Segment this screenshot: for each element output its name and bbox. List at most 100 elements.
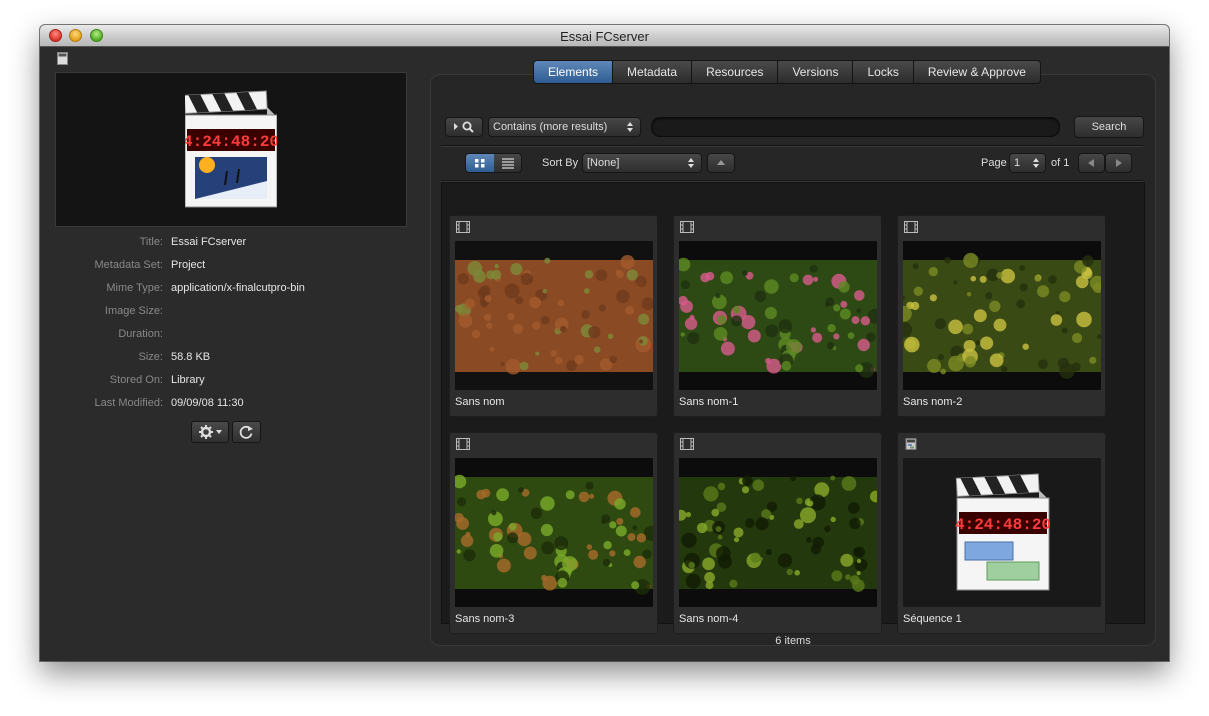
metadata-row: Size: 58.8 KB — [55, 345, 405, 368]
tab-review-approve[interactable]: Review & Approve — [913, 60, 1041, 84]
element-tile[interactable]: Sans nom-3 — [449, 432, 659, 634]
item-count: 6 items — [775, 635, 811, 647]
final-cut-project-icon: 4:24:48:20 — [185, 90, 277, 208]
preview-pane: 4:24:48:20 — [55, 72, 407, 227]
element-tile[interactable]: Sans nom-1 — [673, 215, 883, 417]
element-tile[interactable]: 4:24:48:20 Séquence 1 — [897, 432, 1106, 634]
element-label: Sans nom-1 — [679, 396, 739, 408]
tab-metadata[interactable]: Metadata — [613, 60, 693, 84]
next-page-button[interactable] — [1105, 153, 1132, 173]
video-thumbnail — [454, 241, 655, 390]
search-mode-value: Contains (more results) — [493, 121, 608, 133]
film-strip-icon — [680, 221, 694, 233]
film-strip-icon — [456, 221, 470, 233]
search-options-button[interactable] — [445, 117, 483, 137]
metadata-row: Last Modified: 09/09/08 11:30 — [55, 391, 405, 414]
metadata-label: Duration: — [118, 328, 163, 340]
video-thumbnail — [452, 458, 659, 607]
sort-by-label: Sort By — [542, 157, 579, 169]
triangle-up-icon — [717, 160, 725, 165]
element-label: Sans nom — [455, 396, 505, 408]
tab-versions[interactable]: Versions — [778, 60, 854, 84]
metadata-row: Metadata Set: Project — [55, 253, 405, 276]
page-label: Page — [981, 157, 1007, 169]
metadata-label: Image Size: — [104, 305, 163, 317]
element-label: Sans nom-4 — [679, 613, 739, 625]
triangle-right-icon — [1116, 159, 1122, 167]
element-thumbnail — [676, 241, 883, 390]
element-thumbnail: 4:24:48:20 — [903, 458, 1101, 607]
search-icon — [454, 121, 474, 133]
element-thumbnail — [896, 241, 1105, 390]
divider — [441, 145, 1143, 147]
refresh-icon — [239, 425, 253, 439]
page-select[interactable]: 1 — [1009, 153, 1046, 173]
metadata-label: Title: — [139, 236, 163, 248]
metadata-label: Mime Type: — [106, 282, 163, 294]
window-content: 4:24:48:20 Title: Essai FCserver Metadata … — [40, 47, 1169, 661]
tab-bar: Elements Metadata Resources Versions Locks Re… — [533, 60, 1041, 84]
film-strip-icon — [904, 221, 918, 233]
metadata-value: 58.8 KB — [171, 351, 211, 363]
video-thumbnail — [896, 241, 1105, 390]
tab-elements[interactable]: Elements — [533, 60, 614, 84]
film-strip-icon — [680, 438, 694, 450]
metadata-value: Project — [171, 259, 206, 271]
triangle-left-icon — [1088, 159, 1094, 167]
window-title: Essai FCserver — [560, 29, 649, 44]
app-window: Essai FCserver 4:24:48:20 Title: Essai F… — [40, 25, 1169, 661]
element-label: Séquence 1 — [903, 613, 962, 625]
sort-direction-button[interactable] — [707, 153, 735, 173]
search-button[interactable]: Search — [1074, 116, 1144, 138]
metadata-row: Mime Type: application/x-finalcutpro-bin — [55, 276, 405, 299]
metadata-row: Duration: — [55, 322, 405, 345]
metadata-value: Essai FCserver — [171, 236, 247, 248]
timecode-display: 4:24:48:20 — [185, 133, 277, 151]
video-thumbnail — [676, 241, 883, 390]
list-view-button[interactable] — [495, 154, 521, 172]
elements-grid: Sans nom Sans nom-1 Sans nom-2 Sans nom-3 Sa… — [441, 182, 1145, 634]
document-icon — [57, 52, 68, 65]
search-mode-select[interactable]: Contains (more results) — [488, 117, 641, 137]
element-tile[interactable]: Sans nom-2 — [896, 215, 1106, 417]
updown-arrows-icon — [688, 158, 694, 168]
metadata-label: Metadata Set: — [94, 259, 164, 271]
metadata-value: application/x-finalcutpro-bin — [171, 282, 305, 294]
search-input[interactable] — [651, 117, 1060, 137]
metadata-row: Image Size: — [55, 299, 405, 322]
sequence-icon — [905, 438, 917, 450]
view-mode-segmented — [465, 153, 522, 173]
metadata-label: Last Modified: — [94, 397, 163, 409]
grid-view-button[interactable] — [466, 154, 494, 172]
updown-arrows-icon — [627, 122, 633, 132]
element-thumbnail — [454, 241, 655, 390]
sort-by-value: [None] — [587, 157, 620, 169]
metadata-value: 09/09/08 11:30 — [171, 397, 244, 409]
element-label: Sans nom-3 — [455, 613, 515, 625]
previous-page-button[interactable] — [1078, 153, 1105, 173]
page-count-label: of 1 — [1051, 157, 1070, 169]
tab-locks[interactable]: Locks — [853, 60, 914, 84]
metadata-list: Title: Essai FCserver Metadata Set: Project… — [55, 230, 405, 414]
film-strip-icon — [456, 438, 470, 450]
tab-resources[interactable]: Resources — [692, 60, 779, 84]
element-thumbnail — [675, 458, 882, 607]
title-bar: Essai FCserver — [40, 25, 1169, 47]
element-label: Sans nom-2 — [903, 396, 963, 408]
element-thumbnail — [452, 458, 659, 607]
metadata-row: Stored On: Library — [55, 368, 405, 391]
sort-by-select[interactable]: [None] — [582, 153, 702, 173]
gear-icon — [199, 425, 222, 439]
action-menu-button[interactable] — [191, 421, 229, 443]
grid-view-icon — [475, 159, 485, 168]
metadata-row: Title: Essai FCserver — [55, 230, 405, 253]
timecode-display: 4:24:48:20 — [955, 516, 1051, 534]
refresh-button[interactable] — [232, 421, 261, 443]
element-tile[interactable]: Sans nom — [449, 215, 658, 417]
page-value: 1 — [1014, 157, 1021, 169]
video-thumbnail — [675, 458, 882, 607]
updown-arrows-icon — [1033, 158, 1039, 168]
final-cut-sequence-icon: 4:24:48:20 — [903, 458, 1101, 607]
metadata-value: Library — [171, 374, 205, 386]
element-tile[interactable]: Sans nom-4 — [673, 432, 882, 634]
